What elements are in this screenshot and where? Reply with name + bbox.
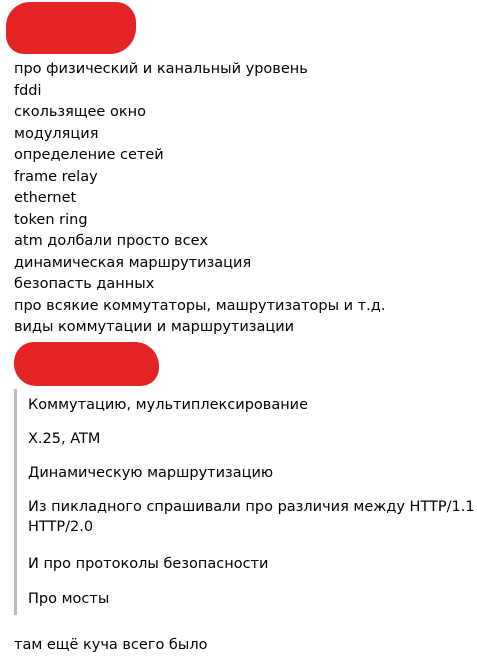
list-item: ethernet [14,190,77,206]
quote-line: HTTP/2.0 [28,519,94,535]
list-item: atm долбали просто всех [14,233,209,249]
quote-line: И про протоколы безопасности [28,556,269,572]
list-item: определение сетей [14,147,164,163]
topics-list: про физический и канальный уровень fddi … [14,59,385,339]
list-item: безопасть данных [14,276,155,292]
list-item: frame relay [14,168,98,185]
quote-line: Динамическую маршрутизацию [28,465,274,481]
list-item: виды коммутации и маршрутизации [14,319,295,335]
quote-line: Про мосты [28,591,110,607]
list-item: про всякие коммутаторы, машрутизаторы и … [14,297,386,314]
quote-line: Коммутацию, мультиплексирование [28,397,309,413]
list-item: скользящее окно [14,104,146,120]
list-item: fddi [14,82,42,99]
quote-line: X.25, ATM [28,431,101,447]
quote-line: Из пикладного спрашивали про различия ме… [28,499,477,515]
quoted-message: Коммутацию, мультиплексирование X.25, AT… [14,389,477,615]
redacted-username-top [6,2,136,54]
list-item: динамическая маршрутизация [14,254,252,271]
list-item: модуляция [14,125,99,142]
list-item: token ring [14,211,88,228]
message-text: там ещё куча всего было [14,637,208,653]
redacted-username-quote [14,342,159,386]
list-item: про физический и канальный уровень [14,61,308,77]
